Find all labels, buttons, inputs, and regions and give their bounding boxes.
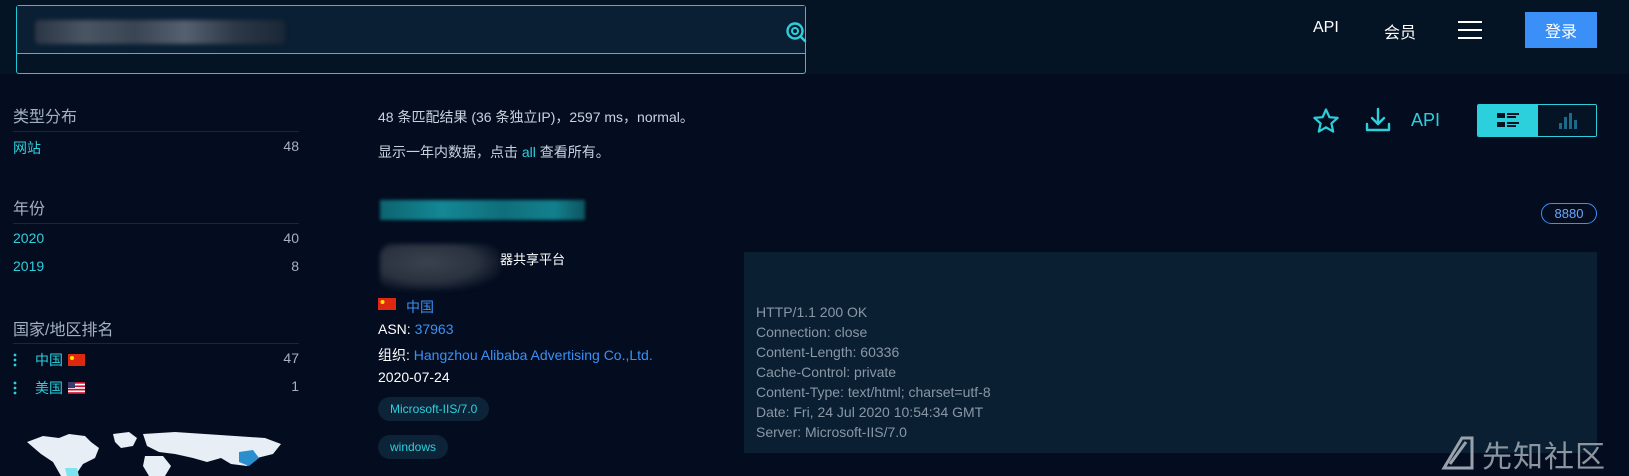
response-line: Content-Length: 60336	[756, 344, 900, 360]
response-line: HTTP/1.1 200 OK	[756, 304, 868, 320]
world-map[interactable]	[25, 428, 285, 476]
type-filter-row[interactable]: 网站 48	[13, 138, 299, 160]
divider	[13, 223, 299, 224]
year-label[interactable]: 2020	[13, 230, 44, 246]
asn-label: ASN:	[378, 321, 411, 337]
search-icon[interactable]	[785, 21, 807, 43]
bar-chart-icon	[1559, 113, 1577, 129]
list-view-icon	[1497, 113, 1519, 127]
country-filter-item[interactable]: 中国	[35, 350, 85, 370]
download-icon[interactable]	[1364, 106, 1392, 134]
result-summary: 48 条匹配结果 (36 条独立IP)，2597 ms，normal。	[378, 109, 694, 125]
response-line: Cache-Control: private	[756, 364, 897, 380]
china-flag-icon	[378, 298, 396, 310]
response-line: Date: Fri, 24 Jul 2020 10:54:34 GMT	[756, 404, 984, 420]
hamburger-menu-icon[interactable]	[1458, 20, 1482, 40]
year-count: 40	[283, 230, 299, 246]
year-count: 8	[291, 258, 299, 274]
response-line: Content-Type: text/html; charset=utf-8	[756, 384, 991, 400]
type-distribution-title: 类型分布	[13, 109, 78, 126]
type-label[interactable]: 网站	[13, 138, 41, 158]
nav-member-link[interactable]: 会员	[1384, 19, 1416, 43]
org-row: 组织: Hangzhou Alibaba Advertising Co.,Ltd…	[378, 345, 653, 365]
type-count: 48	[283, 138, 299, 154]
year-label[interactable]: 2019	[13, 258, 44, 274]
redacted-host-link[interactable]	[380, 200, 585, 220]
time-range-hint: 显示一年内数据，点击 all 查看所有。	[378, 142, 610, 162]
country-label[interactable]: 中国	[35, 352, 63, 368]
hint-prefix: 显示一年内数据，点击	[378, 144, 522, 160]
list-view-button[interactable]	[1478, 105, 1538, 136]
country-filter-row[interactable]: 美国 1	[13, 378, 299, 400]
china-flag-icon	[68, 354, 85, 366]
year-title: 年份	[13, 201, 46, 218]
country-filter-row[interactable]: 中国 47	[13, 350, 299, 372]
watermark-text: 先知社区	[1482, 440, 1606, 475]
hint-suffix: 查看所有。	[535, 144, 610, 160]
api-link[interactable]: API	[1411, 110, 1440, 131]
response-line: Connection: close	[756, 324, 868, 340]
redacted-query	[35, 20, 285, 44]
view-toggle	[1477, 104, 1597, 137]
top-header: API 会员 登录	[0, 0, 1629, 74]
more-options-icon[interactable]	[13, 353, 17, 367]
country-count: 1	[291, 378, 299, 394]
port-badge[interactable]: 8880	[1541, 203, 1597, 224]
tag-os[interactable]: windows	[378, 435, 449, 459]
show-all-link[interactable]: all	[522, 144, 536, 160]
more-options-icon[interactable]	[13, 381, 17, 395]
star-icon[interactable]	[1312, 107, 1340, 135]
country-count: 47	[283, 350, 299, 366]
watermark-logo-icon	[1441, 436, 1474, 470]
org-label: 组织:	[378, 347, 410, 363]
country-link[interactable]: 中国	[406, 297, 434, 317]
response-line: Server: Microsoft-IIS/7.0	[756, 424, 907, 440]
asn-link[interactable]: 37963	[415, 321, 454, 337]
year-filter-row[interactable]: 2019 8	[13, 258, 299, 280]
asn-row: ASN: 37963	[378, 321, 454, 337]
result-date: 2020-07-24	[378, 369, 450, 385]
country-filter-item[interactable]: 美国	[35, 378, 85, 398]
divider	[13, 131, 299, 132]
country-label[interactable]: 美国	[35, 380, 63, 396]
divider	[13, 343, 299, 344]
nav-api-link[interactable]: API	[1313, 19, 1339, 37]
chart-view-button[interactable]	[1538, 105, 1596, 136]
country-ranking-title: 国家/地区排名	[13, 322, 114, 339]
login-button[interactable]: 登录	[1525, 12, 1597, 48]
tag-server[interactable]: Microsoft-IIS/7.0	[378, 397, 490, 421]
year-filter-row[interactable]: 2020 40	[13, 230, 299, 252]
org-link[interactable]: Hangzhou Alibaba Advertising Co.,Ltd.	[414, 347, 653, 363]
site-title: 器共享平台	[500, 252, 566, 267]
usa-flag-icon	[68, 382, 85, 394]
search-box	[16, 5, 807, 74]
http-response-panel: HTTP/1.1 200 OK Connection: close Conten…	[744, 252, 1597, 453]
redacted-site-title	[380, 244, 500, 290]
